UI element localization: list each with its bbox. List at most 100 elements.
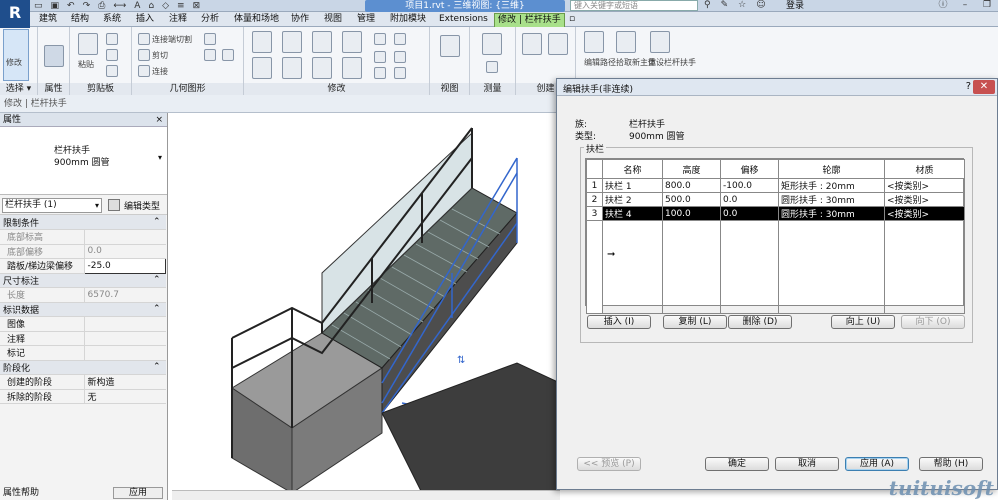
property-row[interactable]: 图像 (0, 316, 166, 332)
scale-icon[interactable] (374, 51, 386, 63)
tab-systems[interactable]: 系统 (100, 13, 124, 27)
close-icon[interactable]: ✕ (973, 80, 995, 94)
unpin-icon[interactable] (374, 67, 386, 79)
move-icon[interactable] (252, 57, 272, 79)
property-row[interactable]: 创建的阶段 新构造 (0, 374, 166, 390)
measure-distance-icon[interactable] (482, 33, 502, 55)
split-face-icon[interactable] (204, 33, 216, 45)
tab-insert[interactable]: 插入 (133, 13, 157, 27)
offset-icon[interactable] (282, 31, 302, 53)
rail-profile-cell[interactable]: 圆形扶手 : 30mm (778, 206, 885, 221)
instance-filter-select[interactable]: 栏杆扶手 (1) ▾ (2, 198, 102, 213)
pin-icon[interactable] (394, 51, 406, 63)
split-icon[interactable] (374, 33, 386, 45)
section-icon[interactable]: ◇ (162, 1, 169, 11)
info-icon[interactable]: ⓘ (932, 0, 954, 12)
3d-viewport[interactable]: ⇅ (172, 113, 561, 500)
array-icon[interactable] (394, 33, 406, 45)
property-row[interactable]: 底部标高 (0, 229, 166, 245)
align-icon[interactable] (252, 31, 272, 53)
reset-railing-icon[interactable] (650, 31, 670, 53)
communication-icon[interactable]: ✎ (721, 0, 729, 10)
ok-button[interactable]: 确定 (705, 457, 769, 471)
revit-logo-icon[interactable]: R (0, 0, 30, 28)
delete-icon[interactable] (394, 67, 406, 79)
help-icon[interactable]: ? (966, 81, 971, 92)
view-control-bar[interactable] (172, 490, 560, 500)
property-value-input[interactable]: -25.0 (83, 258, 166, 274)
flip-control-icon[interactable]: ⇅ (457, 355, 465, 366)
copy-button[interactable]: 复制 (L) (663, 315, 727, 329)
paste-icon[interactable] (78, 33, 98, 55)
close-icon[interactable]: × (155, 113, 163, 127)
group-label-select[interactable]: 选择 ▾ (0, 83, 37, 95)
undo-icon[interactable]: ↶ (67, 1, 75, 11)
category-dimensions[interactable]: 尺寸标注 ⌃ (0, 273, 166, 288)
rail-name-cell[interactable]: 扶栏 2 (602, 192, 663, 207)
rail-height-cell[interactable]: 500.0 (662, 192, 721, 207)
tab-modify-railings[interactable]: 修改 | 栏杆扶手 (494, 13, 565, 27)
move-up-button[interactable]: 向上 (U) (831, 315, 895, 329)
preview-button[interactable]: << 预览 (P) (577, 457, 641, 471)
create-parts-icon[interactable] (522, 33, 542, 55)
category-phasing[interactable]: 阶段化 ⌃ (0, 360, 166, 375)
tab-annotate[interactable]: 注释 (166, 13, 190, 27)
3d-view-icon[interactable]: ⌂ (148, 1, 154, 11)
apply-button[interactable]: 应用 (A) (845, 457, 909, 471)
rail-offset-cell[interactable]: 0.0 (720, 206, 779, 221)
pick-host-icon[interactable] (616, 31, 636, 53)
rail-offset-cell[interactable]: -100.0 (720, 178, 779, 193)
insert-button[interactable]: 插入 (I) (587, 315, 651, 329)
hide-icon[interactable] (440, 35, 460, 57)
property-row[interactable]: 标记 (0, 345, 166, 361)
table-row-selected[interactable]: 3 扶栏 4 100.0 0.0 圆形扶手 : 30mm <按类别> (586, 206, 965, 221)
category-constraints[interactable]: 限制条件 ⌃ (0, 215, 166, 230)
property-row[interactable]: 长度 6570.7 (0, 287, 166, 303)
property-value[interactable]: 无 (84, 389, 166, 404)
tab-architecture[interactable]: 建筑 (36, 13, 60, 27)
rail-material-cell[interactable]: <按类别> (884, 206, 965, 221)
rail-material-cell[interactable]: <按类别> (884, 192, 965, 207)
demolish-icon[interactable] (222, 49, 234, 61)
type-selector[interactable]: 栏杆扶手 900mm 圆管 ▾ (0, 127, 167, 195)
tab-massing-site[interactable]: 体量和场地 (231, 13, 282, 27)
tab-structure[interactable]: 结构 (68, 13, 92, 27)
restore-icon[interactable]: ❐ (976, 0, 998, 12)
user-icon[interactable]: ☺ (756, 0, 765, 10)
property-value[interactable] (84, 345, 166, 361)
property-row[interactable]: 底部偏移 0.0 (0, 244, 166, 259)
modify-tool-button[interactable] (3, 29, 29, 81)
edit-path-icon[interactable] (584, 31, 604, 53)
cut-geometry-icon[interactable] (138, 49, 150, 61)
copy-move-icon[interactable] (282, 57, 302, 79)
collapse-icon[interactable]: ⌃ (84, 215, 166, 230)
minimize-icon[interactable]: – (954, 0, 976, 12)
category-identity-data[interactable]: 标识数据 ⌃ (0, 302, 166, 317)
rail-height-cell[interactable]: 100.0 (662, 206, 721, 221)
rail-profile-cell[interactable]: 矩形扶手 : 20mm (778, 178, 885, 193)
property-row[interactable]: 踏板/梯边梁偏移 -25.0 (0, 258, 166, 274)
rail-height-cell[interactable]: 800.0 (662, 178, 721, 193)
join-icon[interactable] (138, 65, 150, 77)
rail-name-cell[interactable]: 扶栏 1 (602, 178, 663, 193)
measure-icon[interactable]: ⟷ (113, 1, 126, 11)
favorites-icon[interactable]: ☆ (738, 0, 746, 10)
edit-type-button[interactable]: 编辑类型 (124, 199, 160, 212)
collapse-icon[interactable]: ⌃ (84, 273, 166, 288)
mirror-draw-icon[interactable] (342, 31, 362, 53)
collapse-icon[interactable]: ⌃ (84, 360, 166, 375)
create-group-icon[interactable] (548, 33, 568, 55)
cut-icon[interactable] (106, 33, 118, 45)
property-value[interactable] (84, 316, 166, 332)
help-button[interactable]: 帮助 (H) (919, 457, 983, 471)
collapse-icon[interactable]: ⌃ (84, 302, 166, 317)
thin-lines-icon[interactable]: ≡ (177, 1, 185, 11)
tab-view[interactable]: 视图 (321, 13, 345, 27)
redo-icon[interactable]: ↷ (83, 1, 91, 11)
stair-model-drawing[interactable]: ⇅ (172, 113, 561, 494)
mirror-axis-icon[interactable] (312, 31, 332, 53)
trim-icon[interactable] (342, 57, 362, 79)
search-input[interactable]: 键入关键字或短语 (570, 0, 698, 11)
property-row[interactable]: 注释 (0, 331, 166, 346)
open-icon[interactable]: ▭ (34, 1, 43, 11)
